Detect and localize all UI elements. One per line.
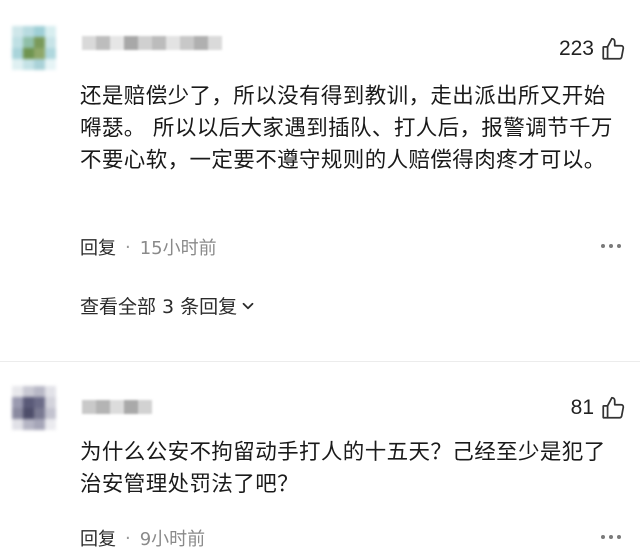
avatar-pixel bbox=[34, 26, 45, 37]
avatar-pixel bbox=[45, 26, 56, 37]
avatar-pixel bbox=[12, 386, 23, 397]
avatar-pixel bbox=[45, 419, 56, 430]
username-pixel bbox=[138, 400, 152, 414]
view-all-replies-label: 查看全部 3 条回复 bbox=[80, 296, 238, 318]
chevron-down-icon bbox=[242, 302, 254, 309]
avatar-pixel bbox=[23, 48, 34, 59]
comment-meta: 回复 · 15小时前 bbox=[80, 234, 217, 260]
meta-separator: · bbox=[125, 527, 131, 549]
avatar-pixel bbox=[34, 59, 45, 70]
view-all-replies-link[interactable]: 查看全部 3 条回复 bbox=[80, 292, 255, 319]
avatar-pixel bbox=[23, 408, 34, 419]
timestamp: 9小时前 bbox=[139, 529, 206, 550]
avatar-pixel bbox=[45, 386, 56, 397]
timestamp: 15小时前 bbox=[139, 238, 217, 259]
avatar[interactable] bbox=[12, 386, 56, 430]
avatar-pixel bbox=[12, 26, 23, 37]
reply-button[interactable]: 回复 bbox=[80, 234, 116, 260]
username-pixel bbox=[138, 36, 152, 50]
like-count: 223 bbox=[558, 37, 594, 60]
avatar-pixel bbox=[23, 386, 34, 397]
username-pixel bbox=[194, 36, 208, 50]
avatar-pixel bbox=[34, 37, 45, 48]
avatar-pixel bbox=[23, 59, 34, 70]
avatar-pixel bbox=[34, 408, 45, 419]
avatar-pixel bbox=[23, 397, 34, 408]
avatar-pixel bbox=[34, 48, 45, 59]
username-pixel bbox=[96, 400, 110, 414]
avatar-pixel bbox=[12, 37, 23, 48]
username-pixel bbox=[180, 36, 194, 50]
username[interactable] bbox=[82, 400, 152, 414]
avatar-pixel bbox=[12, 48, 23, 59]
avatar-pixel bbox=[34, 386, 45, 397]
username-pixel bbox=[208, 36, 222, 50]
like-button[interactable]: 81 bbox=[571, 395, 626, 421]
more-options-icon[interactable] bbox=[600, 242, 622, 250]
avatar-pixel bbox=[23, 37, 34, 48]
avatar-pixel bbox=[23, 419, 34, 430]
username[interactable] bbox=[82, 36, 222, 50]
avatar-pixel bbox=[12, 419, 23, 430]
avatar-pixel bbox=[45, 59, 56, 70]
comment-text: 还是赔偿少了，所以没有得到教训，走出派出所又开始嘚瑟。 所以以后大家遇到插队、打… bbox=[80, 84, 613, 173]
avatar[interactable] bbox=[12, 26, 56, 70]
avatar-pixel bbox=[12, 397, 23, 408]
username-pixel bbox=[96, 36, 110, 50]
avatar-pixel bbox=[45, 48, 56, 59]
avatar-pixel bbox=[45, 397, 56, 408]
avatar-pixel bbox=[23, 26, 34, 37]
username-pixel bbox=[152, 36, 166, 50]
username-pixel bbox=[82, 400, 96, 414]
avatar-pixel bbox=[34, 397, 45, 408]
like-count: 81 bbox=[570, 396, 594, 419]
reply-button[interactable]: 回复 bbox=[80, 525, 116, 551]
avatar-pixel bbox=[12, 59, 23, 70]
avatar-pixel bbox=[45, 408, 56, 419]
thumbs-up-icon[interactable] bbox=[600, 36, 626, 62]
comment-text: 为什么公安不拘留动手打人的十五天？己经至少是犯了治安管理处罚法了吧？ bbox=[80, 440, 606, 497]
username-pixel bbox=[166, 36, 180, 50]
username-pixel bbox=[110, 400, 124, 414]
comment-item: 81 为什么公安不拘留动手打人的十五天？己经至少是犯了治安管理处罚法了吧？ 回复… bbox=[0, 362, 640, 556]
avatar-pixel bbox=[45, 37, 56, 48]
comment-item: 223 还是赔偿少了，所以没有得到教训，走出派出所又开始嘚瑟。 所以以后大家遇到… bbox=[0, 0, 640, 362]
thumbs-up-icon[interactable] bbox=[600, 395, 626, 421]
like-button[interactable]: 223 bbox=[559, 36, 626, 62]
username-pixel bbox=[124, 36, 138, 50]
meta-separator: · bbox=[125, 236, 131, 258]
username-pixel bbox=[124, 400, 138, 414]
comment-meta: 回复 · 9小时前 bbox=[80, 525, 205, 551]
avatar-pixel bbox=[12, 408, 23, 419]
username-pixel bbox=[82, 36, 96, 50]
more-options-icon[interactable] bbox=[600, 533, 622, 541]
username-pixel bbox=[110, 36, 124, 50]
avatar-pixel bbox=[34, 419, 45, 430]
